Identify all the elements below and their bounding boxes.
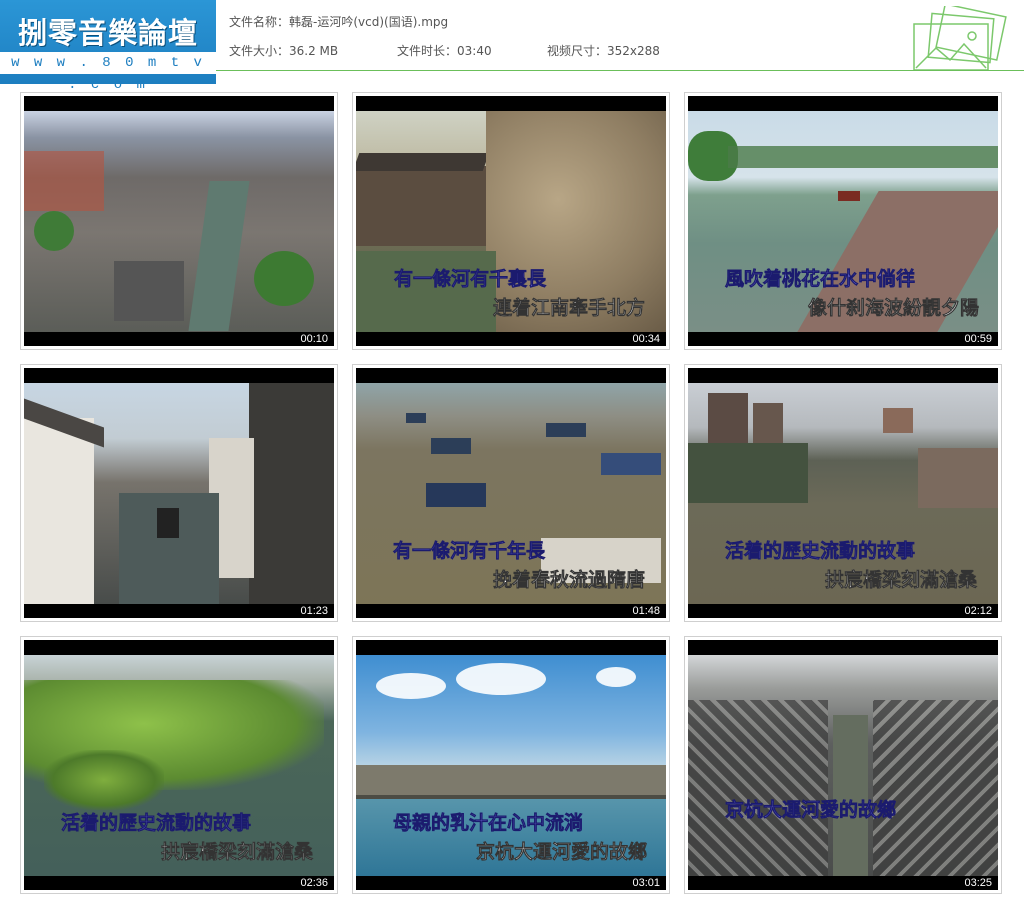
lyric-line-1: 母親的乳汁在心中流淌 xyxy=(393,812,584,835)
thumbnail-frame: 00:10 xyxy=(24,96,334,346)
aerial-rooftops-scene xyxy=(688,655,998,876)
lyric-line-2: 拱宸橋梁刻滿滄桑 xyxy=(161,841,314,864)
thumbnail-8[interactable]: 母親的乳汁在心中流淌 京杭大運河愛的故鄉 03:01 xyxy=(352,636,670,894)
thumbnail-frame: 風吹着桃花在水中倘徉 像什刹海波紛靚夕陽 00:59 xyxy=(688,96,998,346)
file-name-value: 韩磊-运河吟(vcd)(国语).mpg xyxy=(289,15,449,29)
water-town-street-scene xyxy=(24,383,334,604)
file-size-value: 36.2 MB xyxy=(289,44,339,58)
timestamp: 02:36 xyxy=(300,877,328,889)
logo-url: w w w . 8 0 m t v . c o m xyxy=(0,52,216,93)
lyric-line-2: 京杭大運河愛的故鄉 xyxy=(476,841,648,864)
thumbnail-5[interactable]: 有一條河有千年長 挽着春秋流過隋唐 01:48 xyxy=(352,364,670,622)
thumbnail-6[interactable]: 活着的歷史流動的故事 拱宸橋梁刻滿滄桑 02:12 xyxy=(684,364,1002,622)
lyric-line-2: 挽着春秋流過隋唐 xyxy=(493,569,646,592)
thumbnail-1[interactable]: 00:10 xyxy=(20,92,338,350)
timestamp: 03:01 xyxy=(632,877,660,889)
lyric-line-2: 像什刹海波紛靚夕陽 xyxy=(808,297,980,320)
lyric-line-1: 京杭大運河愛的故鄉 xyxy=(725,799,897,822)
duration-row: 文件时长：03:40 xyxy=(397,42,492,59)
aerial-town-scene xyxy=(24,111,334,332)
header-divider xyxy=(216,70,1024,71)
timestamp: 03:25 xyxy=(964,877,992,889)
lyric-line-1: 有一條河有千裏長 xyxy=(394,268,547,291)
video-size-value: 352x288 xyxy=(607,44,660,58)
lyric-line-2: 拱宸橋梁刻滿滄桑 xyxy=(825,569,978,592)
thumbnail-frame: 有一條河有千年長 挽着春秋流過隋唐 01:48 xyxy=(356,368,666,618)
thumbnail-2[interactable]: 有一條河有千裏長 連着江南牽手北方 00:34 xyxy=(352,92,670,350)
thumbnail-3[interactable]: 風吹着桃花在水中倘徉 像什刹海波紛靚夕陽 00:59 xyxy=(684,92,1002,350)
timestamp: 00:59 xyxy=(964,333,992,345)
thumbnail-frame: 京杭大運河愛的故鄉 03:25 xyxy=(688,640,998,890)
lyric-line-2: 連着江南牽手北方 xyxy=(493,297,646,320)
timestamp: 01:48 xyxy=(632,605,660,617)
lyric-line-1: 有一條河有千年長 xyxy=(393,540,546,563)
header: 捌零音樂論壇 w w w . 8 0 m t v . c o m 文件名称：韩磊… xyxy=(0,0,1024,93)
site-logo[interactable]: 捌零音樂論壇 w w w . 8 0 m t v . c o m xyxy=(0,0,216,93)
thumbnail-9[interactable]: 京杭大運河愛的故鄉 03:25 xyxy=(684,636,1002,894)
video-size-label: 视频尺寸： xyxy=(547,44,608,58)
lyric-line-1: 活着的歷史流動的故事 xyxy=(61,812,252,835)
video-size-row: 视频尺寸：352x288 xyxy=(547,42,660,59)
thumbnail-7[interactable]: 活着的歷史流動的故事 拱宸橋梁刻滿滄桑 02:36 xyxy=(20,636,338,894)
lyric-line-1: 風吹着桃花在水中倘徉 xyxy=(725,268,916,291)
file-size-row: 文件大小：36.2 MB xyxy=(229,42,338,59)
thumbnail-frame: 01:23 xyxy=(24,368,334,618)
timestamp: 00:34 xyxy=(632,333,660,345)
photos-decoration-icon xyxy=(913,6,1007,71)
duration-label: 文件时长： xyxy=(397,44,458,58)
thumbnail-frame: 活着的歷史流動的故事 拱宸橋梁刻滿滄桑 02:36 xyxy=(24,640,334,890)
timestamp: 00:10 xyxy=(300,333,328,345)
file-name-row: 文件名称：韩磊-运河吟(vcd)(国语).mpg xyxy=(229,13,448,30)
timestamp: 01:23 xyxy=(300,605,328,617)
thumbnail-4[interactable]: 01:23 xyxy=(20,364,338,622)
file-name-label: 文件名称： xyxy=(229,15,290,29)
thumbnail-frame: 母親的乳汁在心中流淌 京杭大運河愛的故鄉 03:01 xyxy=(356,640,666,890)
lyric-line-1: 活着的歷史流動的故事 xyxy=(725,540,916,563)
thumbnail-frame: 活着的歷史流動的故事 拱宸橋梁刻滿滄桑 02:12 xyxy=(688,368,998,618)
logo-title: 捌零音樂論壇 xyxy=(17,16,198,50)
timestamp: 02:12 xyxy=(964,605,992,617)
file-size-label: 文件大小： xyxy=(229,44,290,58)
thumbnail-frame: 有一條河有千裏長 連着江南牽手北方 00:34 xyxy=(356,96,666,346)
duration-value: 03:40 xyxy=(457,44,492,58)
